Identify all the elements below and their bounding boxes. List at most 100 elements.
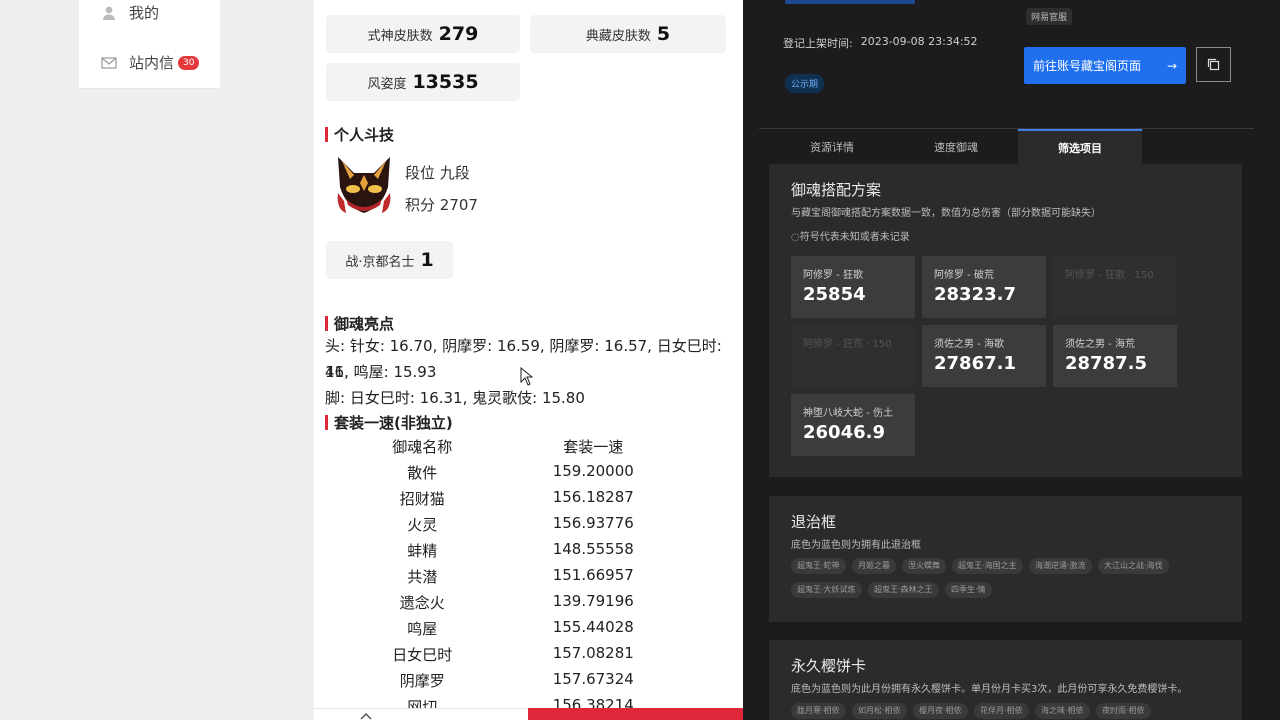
plan-tile-name: 阿修罗 - 破荒 bbox=[934, 270, 994, 281]
plan-tile: 阿修罗 - 狂荒 · 150 bbox=[791, 325, 915, 387]
card-description: 底色为蓝色则为此月份拥有永久樱饼卡。单月份月卡买3次，此月份可享永久免费樱饼卡。 bbox=[791, 684, 1188, 695]
unread-badge: 30 bbox=[178, 55, 200, 70]
user-nav-card: 我的 站内信 30 bbox=[79, 0, 220, 89]
stat-skin-count: 式神皮肤数 279 bbox=[326, 15, 520, 53]
column-header: 御魂名称 bbox=[392, 438, 453, 456]
chip-tag: 超鬼王·森林之王 bbox=[868, 582, 939, 598]
pvp-rank: 段位 九段 bbox=[405, 164, 470, 182]
nav-item-messages[interactable]: 站内信 30 bbox=[101, 52, 200, 73]
chip-tag: 四季生·情 bbox=[945, 582, 992, 598]
plan-tile: 阿修罗 - 狂歌 25854 bbox=[791, 256, 915, 318]
chip-tag: 如月松·相依 bbox=[852, 703, 907, 719]
card-note: ◌符号代表未知或者未记录 bbox=[791, 232, 910, 243]
info-side-panel: 网易官服 登记上架时间: 2023-09-08 23:34:52 公示期 前往账… bbox=[743, 0, 1280, 720]
yuhun-name-cell: 蚌精 bbox=[407, 542, 438, 560]
speed-value-cell: 159.20000 bbox=[552, 462, 634, 480]
official-server-tag: 网易官服 bbox=[1026, 8, 1073, 25]
speed-value-cell: 151.66957 bbox=[552, 566, 634, 584]
cut-header bbox=[332, 0, 336, 7]
tag-label: 战·京都名士 bbox=[345, 254, 415, 270]
card-title: 退治框 bbox=[791, 513, 837, 531]
table-row: 招财猫 156.18287 bbox=[354, 488, 674, 509]
bottom-action-bar bbox=[314, 708, 743, 720]
section-title-pvp: 个人斗技 bbox=[325, 124, 394, 145]
plan-tile-value: 25854 bbox=[803, 284, 866, 305]
yuhun-plan-card: 御魂搭配方案 与藏宝阁御魂搭配方案数据一致，数值为总伤害（部分数据可能缺失） ◌… bbox=[769, 164, 1242, 477]
mail-icon bbox=[101, 56, 117, 69]
speed-value-cell: 139.79196 bbox=[552, 592, 634, 610]
stat-label: 风姿度 bbox=[367, 76, 407, 92]
yuhun-name-cell: 散件 bbox=[407, 464, 438, 482]
table-row: 火灵 156.93776 bbox=[354, 514, 674, 535]
listed-time-label: 登记上架时间: bbox=[783, 37, 853, 50]
status-badge: 公示期 bbox=[785, 74, 825, 93]
listed-time-row: 登记上架时间: 2023-09-08 23:34:52 bbox=[783, 35, 978, 51]
section-title-yuhun: 御魂亮点 bbox=[325, 313, 394, 334]
frame-card: 退治框 底色为蓝色则为拥有此退治框 超鬼王·蛇神 月姬之暮 涅火蝶舞 超鬼王·海国之主… bbox=[769, 496, 1242, 622]
tag-value: 1 bbox=[420, 249, 434, 271]
card-description: 底色为蓝色则为拥有此退治框 bbox=[791, 540, 921, 551]
price-text-cut bbox=[785, 0, 915, 4]
table-row: 阴摩罗 157.67324 bbox=[354, 670, 674, 691]
yuhun-name-cell: 鸣屋 bbox=[407, 620, 438, 638]
speed-value-cell: 148.55558 bbox=[552, 540, 634, 558]
chip-tag: 月姬之暮 bbox=[852, 558, 896, 574]
chip-tag: 樱月夜·相依 bbox=[913, 703, 968, 719]
speed-value-cell: 157.67324 bbox=[552, 670, 634, 688]
table-row: 鸣屋 155.44028 bbox=[354, 618, 674, 639]
speed-value-cell: 155.44028 bbox=[552, 618, 634, 636]
speed-value-cell: 156.18287 bbox=[552, 488, 634, 506]
stat-label: 典藏皮肤数 bbox=[585, 28, 651, 44]
go-button-label: 前往账号藏宝阁页面 bbox=[1032, 59, 1141, 73]
tab-resource-detail[interactable]: 资源详情 bbox=[770, 129, 894, 164]
nav-item-mine[interactable]: 我的 bbox=[101, 2, 159, 23]
yuhun-name-cell: 遗念火 bbox=[399, 594, 445, 612]
plan-tile-value: 28323.7 bbox=[934, 284, 1016, 305]
plan-tile-value: 26046.9 bbox=[803, 422, 885, 443]
yuhun-name-cell: 日女巳时 bbox=[392, 646, 453, 664]
plan-tile-value: 27867.1 bbox=[934, 353, 1016, 374]
plan-tile: 阿修罗 - 破荒 28323.7 bbox=[922, 256, 1046, 318]
buy-button[interactable] bbox=[528, 708, 743, 720]
yuhun-name-cell: 火灵 bbox=[407, 516, 438, 534]
plan-tile-name: 阿修罗 - 狂歌 bbox=[803, 270, 863, 281]
fox-mask-rank-icon bbox=[337, 157, 391, 213]
chevron-up-icon bbox=[360, 712, 372, 720]
stat-value: 279 bbox=[438, 23, 479, 45]
go-to-cbg-button[interactable]: 前往账号藏宝阁页面 → bbox=[1024, 47, 1186, 84]
tab-speed-yuhun[interactable]: 速度御魂 bbox=[894, 129, 1018, 164]
account-detail-panel: 式神皮肤数 279 典藏皮肤数 5 风姿度 13535 个人斗技 段位 九段 积… bbox=[314, 0, 743, 720]
stat-label: 式神皮肤数 bbox=[367, 28, 433, 44]
stat-collection-skin: 典藏皮肤数 5 bbox=[530, 15, 726, 53]
collect-button[interactable] bbox=[314, 708, 528, 720]
plan-tile-name: 神堕八岐大蛇 - 伤土 bbox=[803, 408, 893, 419]
chip-tag: 涅火蝶舞 bbox=[902, 558, 946, 574]
stat-style-score: 风姿度 13535 bbox=[326, 63, 520, 101]
column-header: 套装一速 bbox=[563, 438, 624, 456]
card-description: 与藏宝阁御魂搭配方案数据一致，数值为总伤害（部分数据可能缺失） bbox=[791, 208, 1101, 219]
plan-tile: 须佐之男 - 海荒 28787.5 bbox=[1053, 325, 1177, 387]
section-title-suit-speed: 套装一速(非独立) bbox=[325, 412, 453, 433]
stat-value: 5 bbox=[656, 23, 671, 45]
table-row: 蚌精 148.55558 bbox=[354, 540, 674, 561]
plan-tile: 阿修罗 - 狂歌 · 150 bbox=[1053, 256, 1177, 318]
tab-filter-items[interactable]: 筛选项目 bbox=[1018, 129, 1142, 164]
chip-tag: 大江山之战·海伐 bbox=[1098, 558, 1169, 574]
yuhun-name-cell: 共潜 bbox=[407, 568, 438, 586]
speed-value-cell: 156.93776 bbox=[552, 514, 634, 532]
plan-tile: 神堕八岐大蛇 - 伤土 26046.9 bbox=[791, 394, 915, 456]
card-title: 永久樱饼卡 bbox=[791, 657, 867, 675]
plan-tile: 须佐之男 - 海歌 27867.1 bbox=[922, 325, 1046, 387]
card-title: 御魂搭配方案 bbox=[791, 181, 882, 199]
mouse-cursor-icon bbox=[520, 367, 534, 386]
nav-item-label: 我的 bbox=[129, 4, 160, 22]
plan-tile-name: 阿修罗 - 狂荒 · 150 bbox=[803, 339, 892, 350]
yuhun-name-cell: 阴摩罗 bbox=[399, 672, 445, 690]
pvp-title-tag: 战·京都名士 1 bbox=[326, 241, 453, 279]
chip-tag: 超鬼王·海国之主 bbox=[952, 558, 1023, 574]
chip-tag: 海之味·相依 bbox=[1035, 703, 1090, 719]
stat-value: 13535 bbox=[412, 71, 479, 93]
speed-value-cell: 157.08281 bbox=[552, 644, 634, 662]
chip-tag: 超鬼王·蛇神 bbox=[791, 558, 846, 574]
copy-button[interactable] bbox=[1196, 47, 1231, 82]
